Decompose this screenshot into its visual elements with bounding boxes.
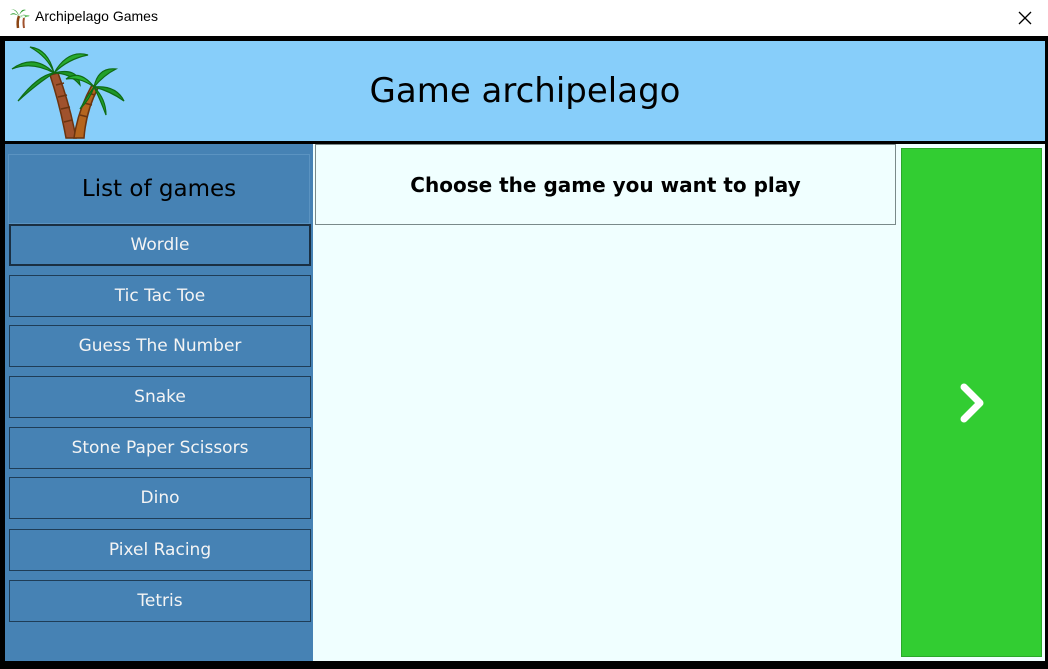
app-heading: Game archipelago	[369, 71, 681, 111]
header-banner: Game archipelago	[5, 41, 1045, 141]
window-title: Archipelago Games	[35, 8, 158, 24]
game-button-stone-paper-scissors[interactable]: Stone Paper Scissors	[9, 427, 311, 469]
next-button[interactable]	[901, 148, 1042, 657]
game-button-dino[interactable]: Dino	[9, 477, 311, 519]
game-button-wordle[interactable]: Wordle	[9, 224, 311, 266]
game-button-tic-tac-toe[interactable]: Tic Tac Toe	[9, 275, 311, 317]
games-sidebar: List of games Wordle Tic Tac Toe Guess T…	[5, 144, 313, 661]
close-icon	[1018, 11, 1032, 25]
game-button-guess-the-number[interactable]: Guess The Number	[9, 325, 311, 367]
palm-tree-icon	[10, 9, 30, 29]
games-list-heading: List of games	[8, 154, 310, 224]
choose-game-prompt: Choose the game you want to play	[315, 144, 896, 225]
chevron-right-icon	[960, 383, 983, 422]
game-button-tetris[interactable]: Tetris	[9, 580, 311, 622]
game-button-snake[interactable]: Snake	[9, 376, 311, 418]
close-button[interactable]	[1011, 4, 1039, 32]
window-titlebar: Archipelago Games	[0, 0, 1048, 36]
game-button-pixel-racing[interactable]: Pixel Racing	[9, 529, 311, 571]
next-button-frame	[897, 144, 1045, 661]
content-area: Choose the game you want to play	[313, 144, 897, 661]
app-window: Game archipelago List of games Wordle Ti…	[0, 36, 1048, 669]
